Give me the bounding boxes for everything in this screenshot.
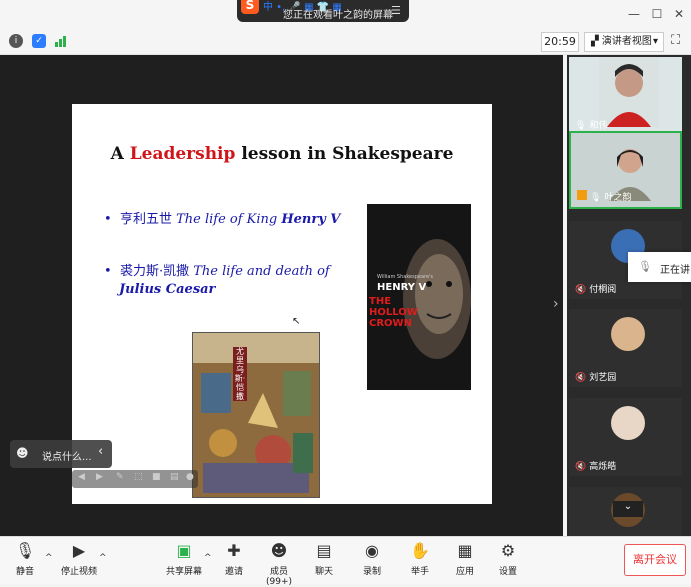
participant-name: 刘艺园	[589, 373, 617, 383]
host-badge-icon	[577, 190, 587, 200]
next-icon[interactable]: ▶	[96, 472, 103, 482]
share-screen-icon: ▣	[176, 541, 192, 560]
leave-meeting-button[interactable]: 离开会议	[624, 544, 686, 576]
select-icon[interactable]: ⬚	[134, 472, 143, 482]
title-bar: S 中 •, 🎤 ▦ 👕 ▦ 您正在观看叶之韵的屏幕 ☰ — ☐ ✕	[0, 0, 691, 30]
add-user-icon: ✚	[227, 541, 241, 560]
julius-caesar-book-cover: 尤里乌斯·恺撒	[192, 332, 320, 498]
mouse-cursor-icon: ↖	[292, 316, 301, 327]
meeting-control-bar: 🎙 静音 ^ ▶ 停止视频 ^ ▣ 共享屏幕 ^ ✚ 邀请 ☻ 成员(99+) ▤ 聊天 ◉…	[0, 536, 691, 587]
title-highlight: Leadership	[129, 144, 236, 164]
bullet-caesar: • 裘力斯·凯撒 The life and death of	[104, 264, 330, 279]
slide-title: A Leadership lesson in Shakespeare	[110, 144, 454, 164]
participant-name: 叶之韵	[604, 193, 632, 203]
hand-icon: ✋	[410, 541, 430, 560]
prev-icon[interactable]: ◀	[78, 472, 85, 482]
layout-icon: ▞	[591, 36, 599, 47]
speaking-label: 正在讲	[660, 265, 690, 276]
menu-lines-icon[interactable]: ☰	[391, 4, 401, 17]
screen-share-indicator[interactable]: S 中 •, 🎤 ▦ 👕 ▦ 您正在观看叶之韵的屏幕 ☰	[237, 0, 409, 22]
henry-v-dvd-cover: William Shakespeare's HENRY V THE HOLLOW…	[367, 204, 471, 390]
comment-icon[interactable]: ▤	[170, 472, 179, 482]
participant-name: 和伟	[589, 121, 608, 131]
participant-name: 高烁皓	[589, 462, 617, 472]
book2-title: HENRY V	[377, 282, 427, 293]
bullet-caesar-title: Julius Caesar	[119, 282, 216, 297]
participant-tile[interactable]: 🎙 和伟	[569, 57, 682, 135]
settings-button[interactable]: ⚙ 设置	[486, 541, 530, 577]
close-icon[interactable]: ✕	[671, 6, 687, 22]
record-button[interactable]: ◉ 录制	[350, 541, 394, 577]
shield-icon[interactable]: ✓	[32, 34, 46, 48]
book2-subtitle: THE HOLLOW CROWN	[369, 296, 418, 329]
book2-author: William Shakespeare's	[377, 274, 434, 280]
share-screen-button[interactable]: ▣ 共享屏幕	[162, 541, 206, 577]
signal-icon[interactable]	[55, 35, 67, 47]
emoji-icon[interactable]: ☻	[16, 446, 29, 460]
participant-tile-active[interactable]: 🎙 叶之韵	[569, 131, 682, 209]
gear-icon: ⚙	[500, 541, 516, 560]
raise-hand-button[interactable]: ✋ 举手	[398, 541, 442, 577]
mic-muted-icon: 🔇	[575, 462, 587, 472]
minimize-icon[interactable]: —	[626, 6, 642, 22]
camera-icon[interactable]: ■	[152, 472, 161, 482]
apps-button[interactable]: ▦ 应用	[443, 541, 487, 577]
speaking-indicator: 🎙 正在讲	[628, 252, 691, 282]
meeting-toolbar: i ✓ 20:59 ▞ 演讲者视图 ▾ ⛶	[0, 30, 691, 55]
chevron-down-icon: ▾	[652, 36, 658, 47]
presenter-view-label: 演讲者视图	[601, 36, 652, 47]
presentation-slide: A Leadership lesson in Shakespeare • 亨利五…	[72, 104, 492, 504]
mic-muted-icon: 🔇	[575, 373, 587, 383]
info-icon[interactable]: i	[9, 34, 23, 48]
participant-tile[interactable]: 🔇 高烁皓	[569, 398, 682, 476]
record-icon: ◉	[365, 541, 379, 560]
video-options-caret[interactable]: ^	[99, 553, 107, 563]
chevron-down-icon[interactable]: ⌄	[613, 501, 643, 517]
next-page-icon[interactable]: ›	[553, 296, 559, 312]
avatar	[611, 406, 645, 440]
members-icon: ☻	[270, 541, 288, 560]
mic-icon: 🎙	[590, 193, 602, 203]
collapse-icon[interactable]: ‹	[98, 444, 103, 459]
participant-tile[interactable]: ⌄	[569, 487, 682, 536]
members-button[interactable]: ☻ 成员(99+)	[257, 541, 301, 587]
apps-grid-icon: ▦	[457, 541, 473, 560]
fullscreen-icon[interactable]: ⛶	[671, 33, 680, 48]
chat-icon: ▤	[316, 541, 332, 560]
annotation-toolbar: ◀ ▶ ✎ ⬚ ■ ▤ ●	[72, 470, 198, 488]
participant-name: 付桐阅	[589, 285, 617, 295]
mute-options-caret[interactable]: ^	[45, 553, 53, 563]
participant-gallery: 🎙 和伟 🎙 叶之韵 🔇 付桐阅 🔇 刘艺园 🔇 高烁皓 ⌄	[567, 55, 691, 536]
app-logo-icon: S	[241, 0, 259, 14]
share-status-text: 您正在观看叶之韵的屏幕	[283, 10, 393, 21]
mic-icon: 🎙	[575, 121, 587, 131]
bullet-henry: • 亨利五世 The life of King Henry V	[104, 212, 341, 227]
pen-icon[interactable]: ✎	[116, 472, 124, 482]
chat-placeholder: 说点什么...	[42, 452, 92, 463]
mute-button[interactable]: 🎙 静音	[3, 541, 47, 577]
participant-tile[interactable]: 🔇 刘艺园	[569, 309, 682, 387]
microphone-icon: 🎙	[15, 541, 36, 560]
mic-icon: 🎙	[638, 260, 652, 273]
invite-button[interactable]: ✚ 邀请	[212, 541, 256, 577]
stop-video-button[interactable]: ▶ 停止视频	[57, 541, 101, 577]
book1-title: 尤里乌斯·恺撒	[233, 347, 247, 401]
more-icon[interactable]: ●	[186, 472, 194, 482]
avatar	[611, 317, 645, 351]
mic-muted-icon: 🔇	[575, 285, 587, 295]
share-options-caret[interactable]: ^	[204, 553, 212, 563]
presenter-view-dropdown[interactable]: ▞ 演讲者视图 ▾	[584, 32, 664, 52]
video-camera-icon: ▶	[72, 541, 86, 560]
chat-button[interactable]: ▤ 聊天	[302, 541, 346, 577]
maximize-icon[interactable]: ☐	[649, 6, 665, 22]
chat-quick-input[interactable]: ☻ 说点什么... ‹	[10, 440, 112, 468]
meeting-time: 20:59	[541, 32, 579, 52]
